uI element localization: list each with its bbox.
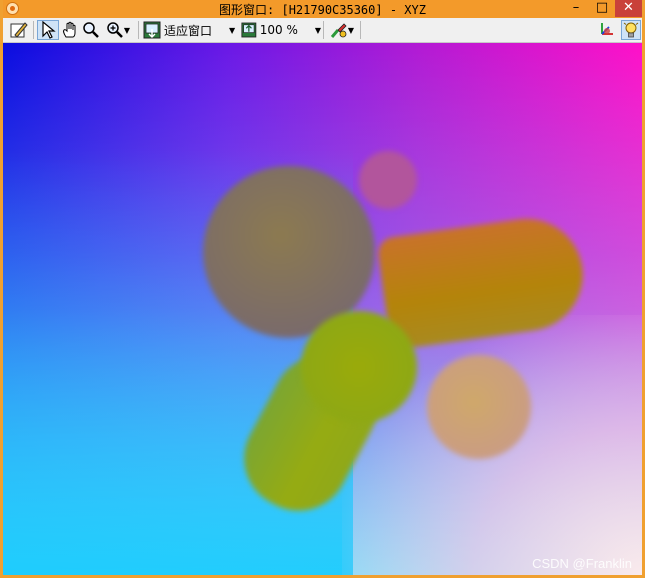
title-bar[interactable]: 图形窗口: [H21790C35360] - XYZ – □ ✕ — [3, 0, 642, 18]
pointer-icon — [42, 21, 56, 39]
zoom-percent-value: 100 % — [259, 23, 298, 37]
hand-icon — [63, 21, 76, 38]
color-picker-button[interactable]: ▼ — [326, 20, 358, 40]
maximize-button[interactable]: □ — [589, 0, 615, 17]
toolbar-separator — [33, 21, 34, 39]
fit-window-icon — [143, 21, 161, 39]
zoom-button[interactable] — [81, 20, 101, 40]
lightbulb-icon — [623, 22, 639, 38]
axes-icon — [601, 23, 613, 35]
zoom-percent-icon — [241, 22, 257, 38]
render-canvas[interactable]: CSDN @Franklin — [3, 43, 642, 575]
zoom-in-button[interactable]: ▼ — [102, 20, 134, 40]
chevron-down-icon: ▼ — [229, 25, 236, 35]
sphere-small — [359, 151, 417, 209]
toolbar-separator — [323, 21, 324, 39]
minimize-button[interactable]: – — [563, 0, 589, 17]
window-title: 图形窗口: [H21790C35360] - XYZ — [219, 3, 426, 17]
lighting-button[interactable] — [621, 20, 641, 40]
zoom-percent-dropdown[interactable]: 100 % ▼ — [241, 20, 321, 40]
zoom-icon — [83, 22, 99, 38]
chevron-down-icon: ▼ — [314, 25, 321, 35]
fit-window-dropdown[interactable]: 适应窗口 ▼ — [143, 20, 239, 40]
toolbar: ▼ 适应窗口 ▼ 100 % ▼ ▼ — [3, 18, 642, 43]
axes-button[interactable] — [596, 20, 616, 40]
toolbar-separator — [138, 21, 139, 39]
edit-icon — [10, 22, 28, 38]
chevron-down-icon: ▼ — [347, 25, 355, 35]
watermark: CSDN @Franklin — [532, 556, 632, 571]
pointer-button[interactable] — [37, 20, 59, 40]
toolbar-separator — [360, 21, 361, 39]
edit-button[interactable] — [9, 20, 29, 40]
zoom-in-icon — [107, 22, 123, 38]
cylinder-green-cap — [301, 311, 417, 423]
chevron-down-icon: ▼ — [123, 25, 131, 35]
sphere-right — [427, 355, 531, 459]
graphics-window: 图形窗口: [H21790C35360] - XYZ – □ ✕ ▼ 适应窗口 … — [0, 0, 645, 578]
fit-window-label: 适应窗口 — [164, 23, 213, 38]
close-button[interactable]: ✕ — [615, 0, 642, 17]
color-picker-icon — [330, 23, 347, 38]
pan-button[interactable] — [60, 20, 80, 40]
